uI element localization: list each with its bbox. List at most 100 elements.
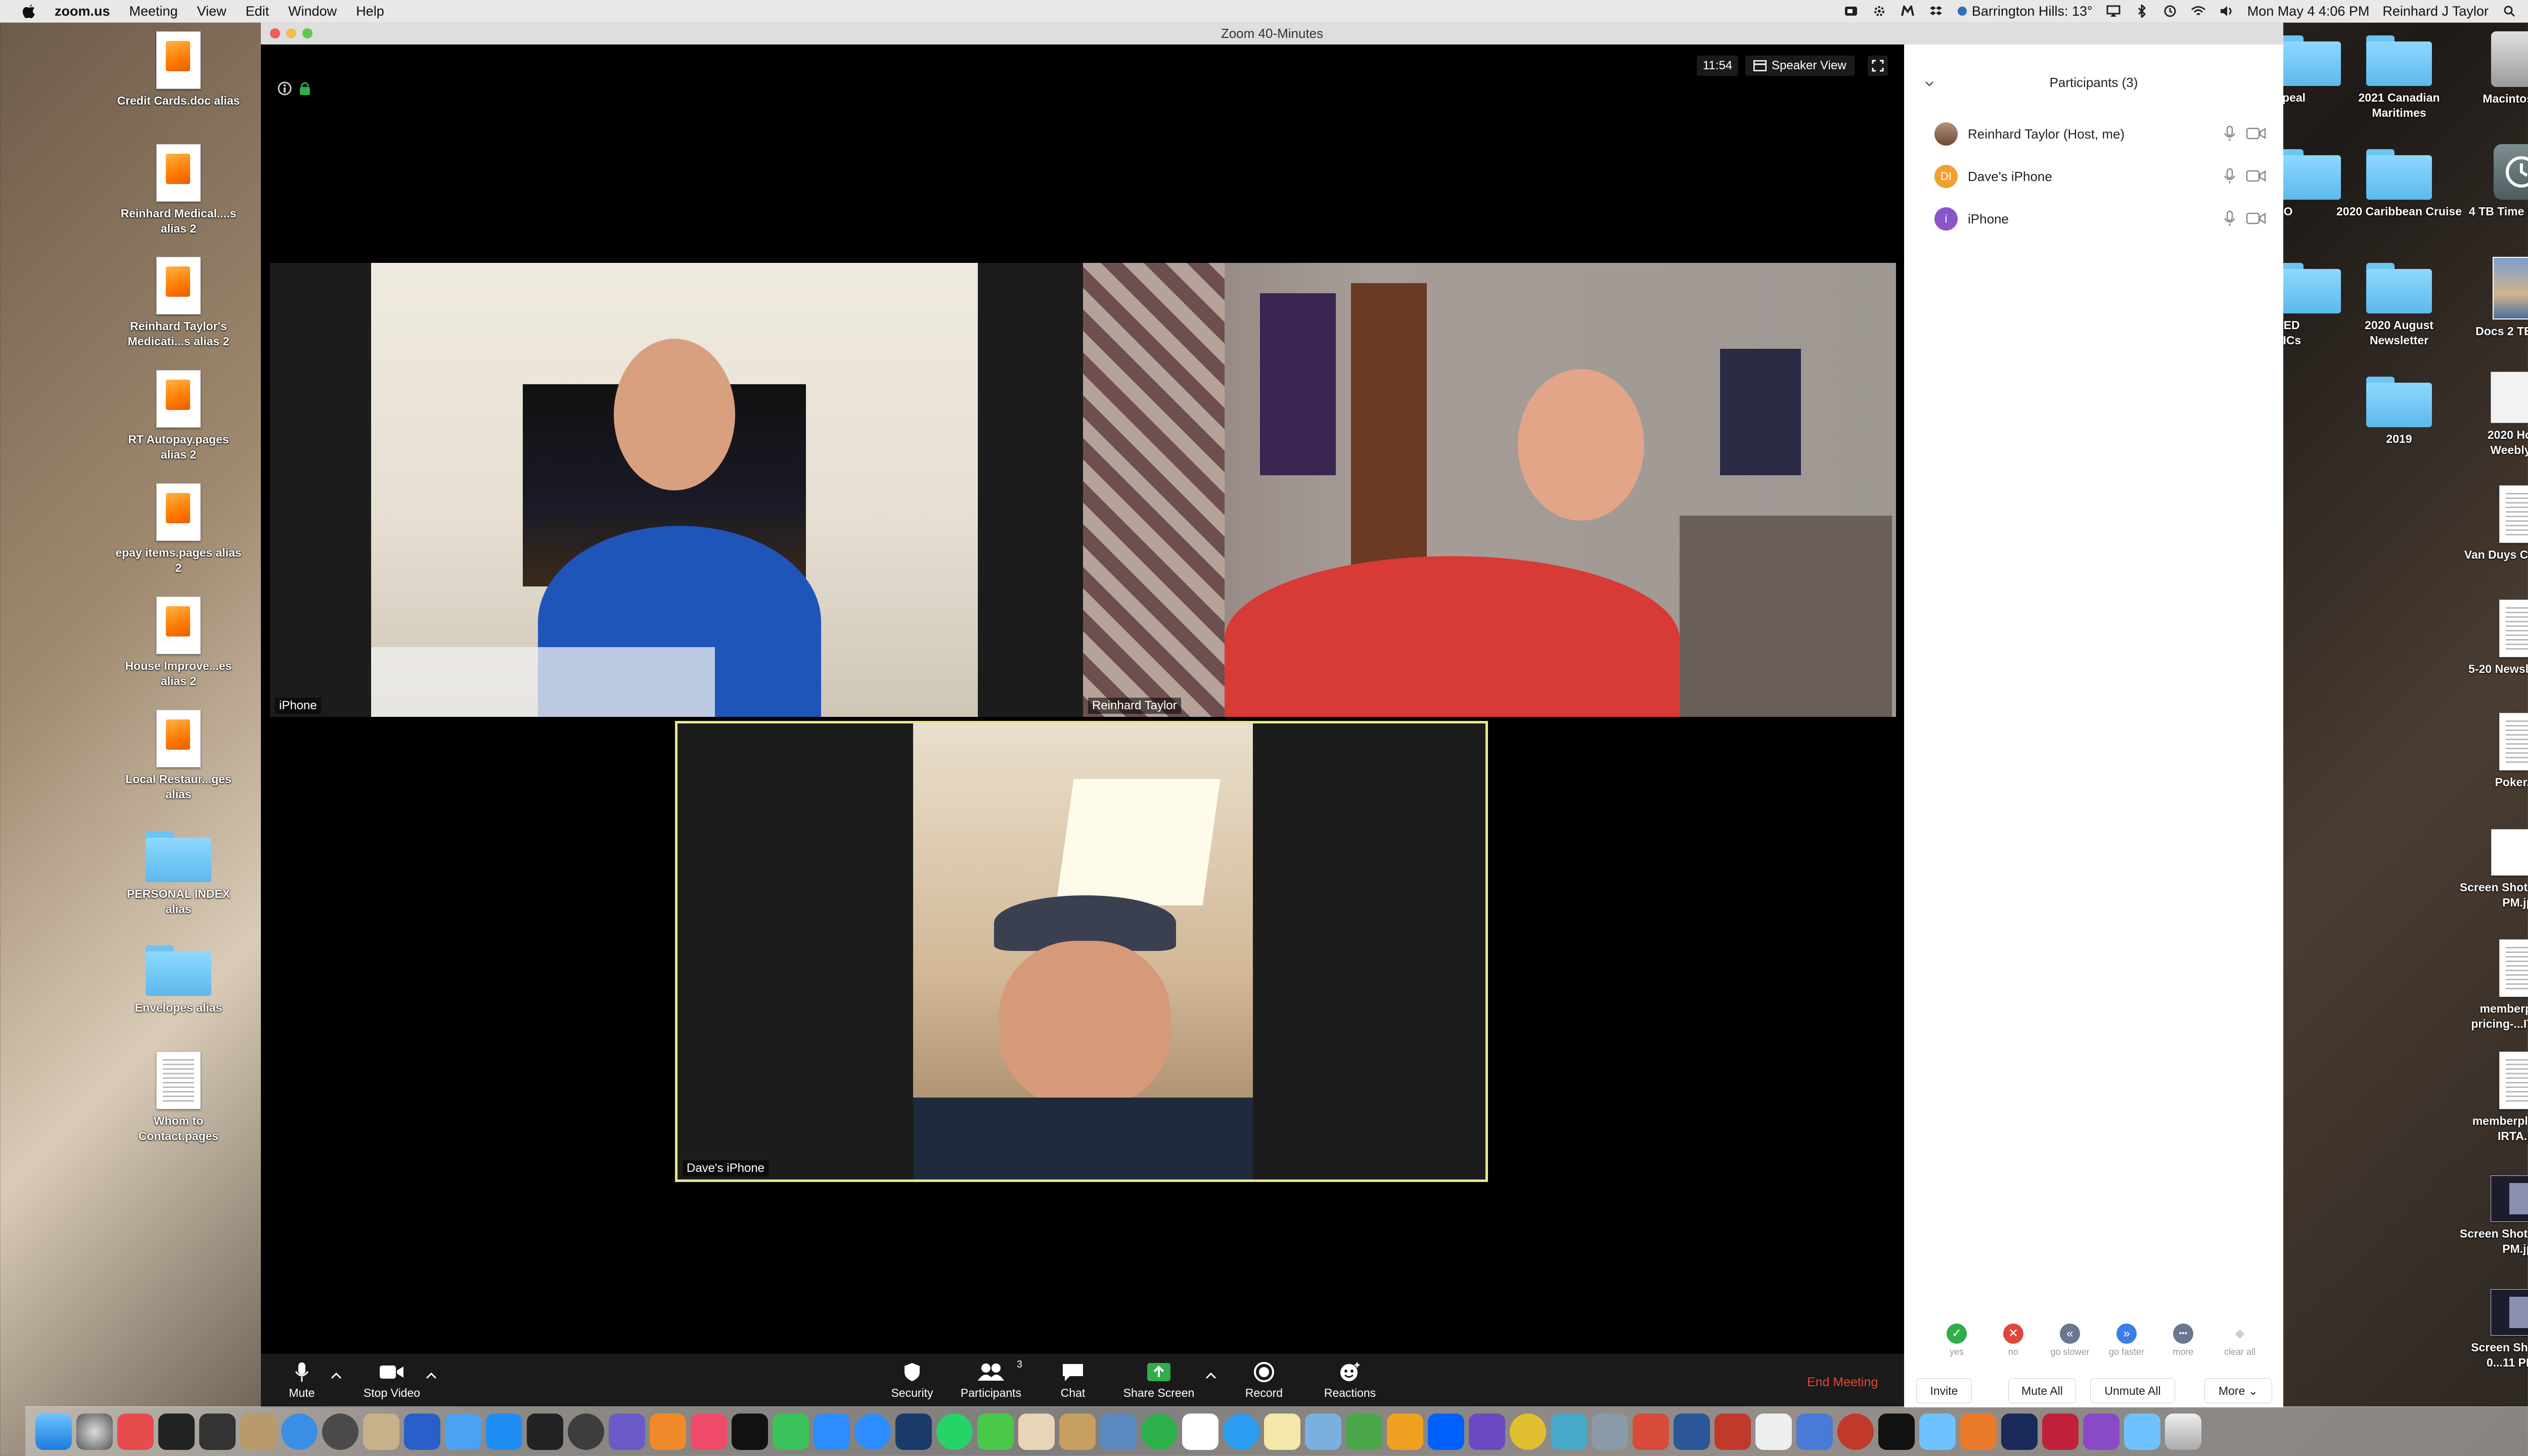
numbers-icon[interactable]	[1346, 1413, 1382, 1450]
imovie-icon[interactable]	[1469, 1413, 1505, 1450]
participants-button[interactable]: 3 Participants	[945, 1359, 1036, 1400]
word-icon[interactable]	[1674, 1413, 1710, 1450]
desktop-file-newsletter[interactable]: 5-20 Newsletter.pdf	[2458, 600, 2528, 676]
desktop-file-memberplanet-pricing[interactable]: memberplanet-pricing-...ITRA.pdf	[2458, 939, 2528, 1031]
gear-icon[interactable]	[1872, 5, 1887, 18]
x-app-icon[interactable]	[322, 1413, 358, 1450]
contacts-icon[interactable]	[1059, 1413, 1096, 1450]
zoom-button[interactable]	[302, 28, 312, 38]
menu-view[interactable]: View	[197, 4, 227, 19]
share-options-chevron-icon[interactable]	[1203, 1368, 1218, 1383]
stocks-icon[interactable]	[1796, 1413, 1833, 1450]
menu-help[interactable]: Help	[356, 4, 384, 19]
notes-icon[interactable]	[1264, 1413, 1300, 1450]
video-tile-iphone[interactable]: iPhone	[270, 263, 1083, 717]
spotlight-search-icon[interactable]	[2502, 5, 2517, 18]
window-titlebar[interactable]: Zoom 40-Minutes	[261, 22, 2283, 45]
whatsapp-icon[interactable]	[936, 1413, 973, 1450]
spotify-icon[interactable]	[1141, 1413, 1178, 1450]
zoom-meetings-icon[interactable]	[854, 1413, 891, 1450]
bluetooth-icon[interactable]	[2134, 5, 2149, 18]
desktop-file-screenshot-1[interactable]: Screen Shot 2020-0...5 PM.jpg	[2458, 829, 2528, 910]
desktop-file-epay-items[interactable]: epay items.pages alias 2	[115, 483, 242, 575]
facetime-icon[interactable]	[773, 1413, 809, 1450]
desktop-folder-personal-index[interactable]: PERSONAL INDEX alias	[115, 832, 242, 917]
dropbox-icon[interactable]	[1428, 1413, 1464, 1450]
desktop-folder-canadian-maritimes[interactable]: 2021 Canadian Maritimes	[2336, 35, 2462, 120]
meeting-info-icon[interactable]	[277, 81, 292, 96]
desktop-file-screenshot-3[interactable]: Screen Shot 2020-0...11 PM.jpg	[2458, 1289, 2528, 1370]
preview-images-icon[interactable]	[1100, 1413, 1137, 1450]
desktop-file-reinhard-medical[interactable]: Reinhard Medical....s alias 2	[115, 144, 242, 236]
keynote-icon[interactable]	[1387, 1413, 1423, 1450]
time-machine-icon[interactable]	[2162, 5, 2178, 18]
end-meeting-button[interactable]: End Meeting	[1807, 1375, 1878, 1390]
feedback-yes-button[interactable]: ✓ yes	[1936, 1324, 1977, 1357]
participant-row[interactable]: Reinhard Taylor (Host, me)	[1904, 115, 2283, 151]
desktop-file-reinhard-medications[interactable]: Reinhard Taylor's Medicati...s alias 2	[115, 257, 242, 349]
preview-icon[interactable]	[240, 1413, 277, 1450]
documents-folder-icon[interactable]	[2124, 1413, 2160, 1450]
desktop-drive-lacie[interactable]: Docs 2 TB LaCie	[2458, 257, 2528, 339]
minimize-button[interactable]	[286, 28, 296, 38]
textedit-icon[interactable]	[1755, 1413, 1792, 1450]
video-camera-icon[interactable]	[2246, 211, 2266, 225]
reactions-button[interactable]: Reactions	[1310, 1361, 1390, 1400]
maps-icon[interactable]	[1305, 1413, 1341, 1450]
quicktime-icon[interactable]	[568, 1413, 604, 1450]
desktop-file-credit-cards[interactable]: Credit Cards.doc alias	[115, 31, 242, 108]
app-store-icon[interactable]	[486, 1413, 522, 1450]
desktop-file-local-restaurants[interactable]: Local Restaur...ges alias	[115, 710, 242, 802]
app-icon-orange[interactable]	[1960, 1413, 1997, 1450]
participant-row[interactable]: i iPhone	[1904, 200, 2283, 236]
malwarebytes-icon[interactable]	[404, 1413, 440, 1450]
wifi-icon[interactable]	[2191, 5, 2206, 18]
epic-games-icon[interactable]	[1878, 1413, 1915, 1450]
video-options-chevron-icon[interactable]	[424, 1368, 439, 1383]
airplay-icon[interactable]	[2106, 5, 2121, 18]
browser-app-icon[interactable]	[2083, 1413, 2119, 1450]
photos-browser-icon[interactable]	[363, 1413, 399, 1450]
activity-monitor-icon[interactable]	[199, 1413, 236, 1450]
siri-icon[interactable]	[609, 1413, 645, 1450]
mail-icon[interactable]	[1551, 1413, 1587, 1450]
safari-icon[interactable]	[1223, 1413, 1259, 1450]
star-app-icon[interactable]	[1837, 1413, 1874, 1450]
finder-icon[interactable]	[35, 1413, 72, 1450]
menu-edit[interactable]: Edit	[246, 4, 269, 19]
clock[interactable]: Mon May 4 4:06 PM	[2247, 4, 2370, 19]
chat-button[interactable]: Chat	[1048, 1361, 1098, 1400]
office-icon[interactable]	[1633, 1413, 1669, 1450]
utility-icon[interactable]	[1592, 1413, 1628, 1450]
video-camera-icon[interactable]	[2246, 169, 2266, 183]
feedback-go-slower-button[interactable]: « go slower	[2050, 1324, 2090, 1357]
messages-icon[interactable]	[977, 1413, 1014, 1450]
fullscreen-button[interactable]	[1868, 56, 1888, 76]
music-icon[interactable]	[691, 1413, 727, 1450]
vpn-icon[interactable]	[895, 1413, 932, 1450]
menu-window[interactable]: Window	[288, 4, 337, 19]
mute-all-button[interactable]: Mute All	[2008, 1378, 2076, 1403]
network-icon[interactable]	[281, 1413, 318, 1450]
encryption-lock-icon[interactable]	[298, 81, 313, 96]
desktop-file-house-improve[interactable]: House Improve...es alias 2	[115, 597, 242, 689]
video-tile-reinhard-taylor[interactable]: Reinhard Taylor	[1083, 263, 1896, 717]
tv-app-icon[interactable]	[527, 1413, 563, 1450]
irta-app-icon[interactable]	[2042, 1413, 2079, 1450]
acrobat-icon[interactable]	[1714, 1413, 1751, 1450]
stop-video-button[interactable]: Stop Video	[349, 1361, 435, 1400]
microphone-icon[interactable]	[2223, 125, 2237, 142]
desktop-file-rt-autopay[interactable]: RT Autopay.pages alias 2	[115, 370, 242, 462]
desktop-folder-caribbean-cruise[interactable]: 2020 Caribbean Cruise	[2336, 149, 2462, 219]
desktop-file-whom-to-contact[interactable]: Whom to Contact.pages	[115, 1052, 242, 1144]
apple-tv-icon[interactable]	[732, 1413, 768, 1450]
zoom-status-icon[interactable]	[1843, 5, 1859, 18]
books-icon[interactable]	[650, 1413, 686, 1450]
volume-icon[interactable]	[2219, 5, 2234, 18]
system-preferences-icon[interactable]	[76, 1413, 113, 1450]
security-button[interactable]: Security	[877, 1361, 947, 1400]
trash-icon[interactable]	[2165, 1413, 2201, 1450]
microphone-icon[interactable]	[2223, 168, 2237, 184]
desktop-folder-august-newsletter[interactable]: 2020 August Newsletter	[2336, 263, 2462, 348]
user-menu[interactable]: Reinhard J Taylor	[2382, 4, 2489, 19]
